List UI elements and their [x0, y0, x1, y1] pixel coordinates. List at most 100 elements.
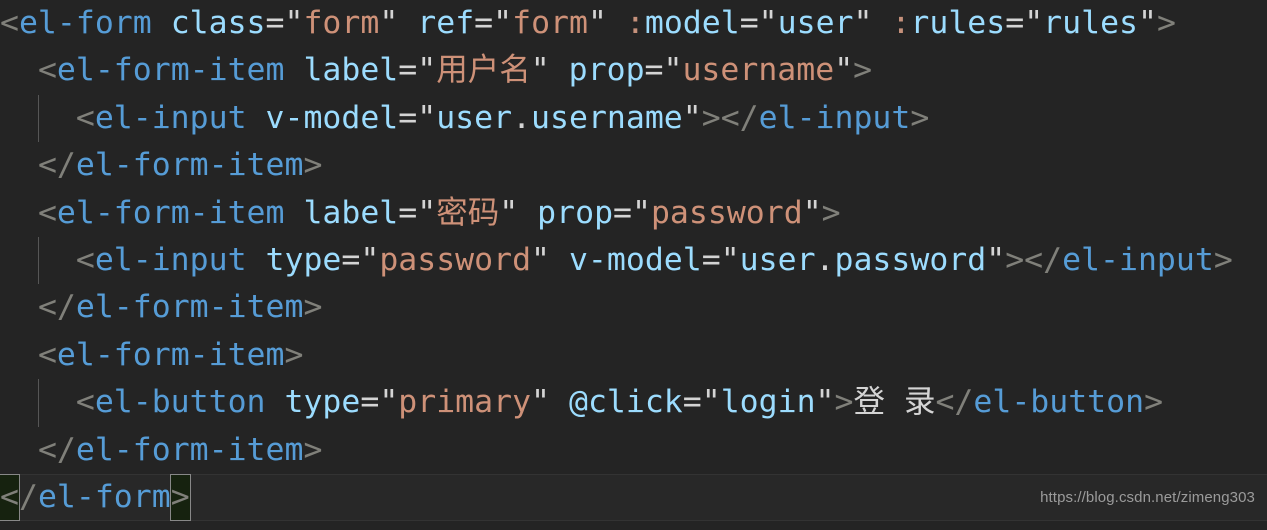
token-eq: = — [701, 241, 721, 278]
token-bracket: < — [75, 99, 95, 136]
watermark-url: https://blog.csdn.net/zimeng303 — [1040, 488, 1255, 506]
code-surface[interactable]: <el-form class="form" ref="form" :model=… — [0, 0, 1267, 530]
code-line[interactable]: <el-button type="primary" @click="login"… — [0, 379, 1267, 427]
token-quote: " — [802, 194, 822, 231]
token-tag: el-button — [973, 384, 1145, 421]
token-bind: user — [777, 5, 854, 41]
token-bind: user — [436, 99, 513, 136]
code-line[interactable]: </el-form-item> — [0, 427, 1267, 474]
token-tag: el-form-item — [56, 194, 285, 231]
token-eq: = — [360, 384, 380, 421]
token-quote: " — [417, 194, 437, 231]
token-attr: v-model — [568, 241, 702, 278]
token-eq: = — [739, 5, 759, 41]
token-bracket: > — [284, 336, 304, 373]
token-bind: rules — [1043, 5, 1138, 41]
token-str: password — [379, 241, 532, 278]
code-line-text: <el-form-item> — [0, 332, 1267, 379]
token-bracket: > — [834, 384, 854, 421]
code-line[interactable]: <el-form-item label="密码" prop="password"… — [0, 190, 1267, 237]
token-attr: rules — [910, 5, 1006, 41]
token-bracket: < — [37, 194, 57, 231]
token-bind: user — [739, 241, 816, 278]
token-tag: el-button — [94, 384, 266, 421]
token-quote: " — [587, 5, 607, 41]
token-eq: = — [1005, 5, 1025, 41]
token-bracket: / — [954, 384, 974, 421]
code-editor[interactable]: <el-form class="form" ref="form" :model=… — [0, 0, 1267, 530]
token-attr: prop — [537, 194, 614, 231]
token-tag: el-input — [1062, 241, 1214, 278]
token-bracket: > — [1005, 241, 1025, 278]
token-quote: " — [531, 241, 550, 278]
token-quote: " — [701, 384, 721, 421]
token-colon: : — [891, 5, 911, 41]
code-line-text: </el-form-item> — [0, 142, 1267, 189]
token-quote: " — [986, 241, 1006, 278]
token-text: 登 录 — [853, 384, 936, 421]
token-bracket: > — [1156, 5, 1176, 41]
token-bracket: > — [303, 147, 323, 184]
token-quote: " — [284, 5, 304, 41]
token-tag: el-form — [37, 478, 171, 515]
code-line[interactable]: <el-input type="password" v-model="user.… — [0, 236, 1267, 285]
code-line-text: </el-form-item> — [0, 427, 1267, 474]
token-bracket: < — [37, 431, 57, 468]
token-attr: label — [303, 52, 399, 89]
code-line-text: <el-form class="form" ref="form" :model=… — [0, 0, 1267, 47]
code-line[interactable]: <el-input v-model="user.username"></el-i… — [0, 94, 1267, 143]
code-line[interactable]: </el-form-item> — [0, 284, 1267, 331]
code-line-text: <el-form-item label="用户名" prop="username… — [0, 47, 1267, 94]
token-quote: " — [493, 5, 513, 41]
code-lines[interactable]: <el-form class="form" ref="form" :model=… — [0, 0, 1267, 522]
token-bracket: / — [18, 478, 38, 515]
token-bracket: < — [37, 336, 57, 373]
code-line[interactable]: <el-form-item> — [0, 332, 1267, 379]
token-bracket: < — [37, 289, 57, 326]
token-quote: " — [758, 5, 778, 41]
code-line[interactable]: <el-form class="form" ref="form" :model=… — [0, 0, 1267, 47]
token-dot: . — [512, 99, 532, 136]
token-attr: ref — [417, 5, 475, 41]
token-quote: " — [360, 241, 380, 278]
token-bracket: < — [37, 147, 57, 184]
token-bracket: / — [1043, 241, 1063, 278]
token-bracket: < — [75, 384, 95, 421]
token-bind: password — [834, 241, 987, 278]
bracket-match-token: < — [0, 474, 19, 521]
token-quote: " — [530, 52, 550, 89]
token-bracket: > — [1144, 384, 1164, 421]
token-attr: model — [644, 5, 740, 41]
token-quote: " — [1138, 5, 1157, 41]
token-quote: " — [379, 384, 399, 421]
token-bracket: < — [720, 99, 740, 136]
token-eq: = — [398, 194, 418, 231]
token-quote: " — [632, 194, 651, 231]
token-tag: el-input — [94, 241, 247, 278]
token-colon: : — [625, 5, 645, 41]
token-bracket: > — [1213, 241, 1233, 278]
token-str: form — [303, 5, 380, 41]
token-bracket: < — [935, 384, 955, 421]
code-line[interactable]: </el-form-item> — [0, 142, 1267, 189]
token-bracket: / — [739, 99, 759, 136]
bracket-match-token: > — [170, 474, 190, 521]
token-bracket: < — [0, 5, 19, 41]
token-str: 密码 — [436, 194, 500, 231]
token-quote: " — [417, 99, 437, 136]
token-quote: " — [1024, 5, 1044, 41]
code-line[interactable]: <el-form-item label="用户名" prop="username… — [0, 47, 1267, 94]
token-eq: = — [613, 194, 632, 231]
token-eq: = — [474, 5, 494, 41]
token-attr: label — [303, 194, 399, 231]
